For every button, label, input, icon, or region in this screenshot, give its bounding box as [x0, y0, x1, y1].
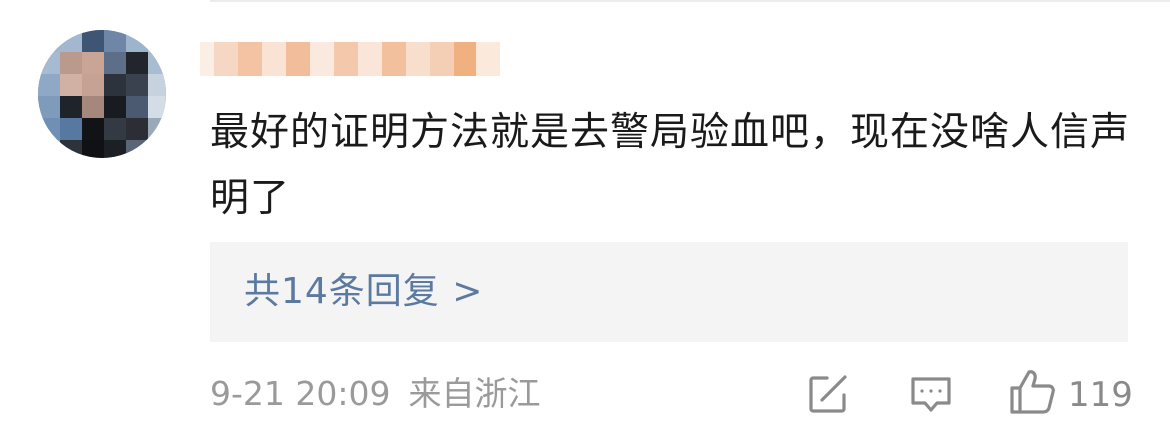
comment-text: 最好的证明方法就是去警局验血吧，现在没啥人信声明了 — [210, 110, 1131, 221]
comment-time: 9-21 20:09 — [210, 374, 391, 413]
avatar[interactable] — [38, 30, 166, 158]
comment-meta: 9-21 20:09 来自浙江 — [210, 372, 559, 416]
comment-icon[interactable] — [905, 366, 957, 422]
share-icon[interactable] — [802, 366, 854, 422]
username-blurred[interactable] — [200, 38, 500, 80]
replies-panel[interactable]: 共14条回复 > — [210, 242, 1128, 342]
comment-location: 来自浙江 — [408, 374, 541, 413]
like-count: 119 — [1068, 375, 1133, 415]
comment-card: 最好的证明方法就是去警局验血吧，现在没啥人信声明了 共14条回复 > 9-21 … — [0, 0, 1170, 435]
divider — [210, 0, 1170, 2]
thumbs-up-icon[interactable] — [1006, 364, 1058, 420]
view-replies-link[interactable]: 共14条回复 > — [244, 269, 483, 315]
